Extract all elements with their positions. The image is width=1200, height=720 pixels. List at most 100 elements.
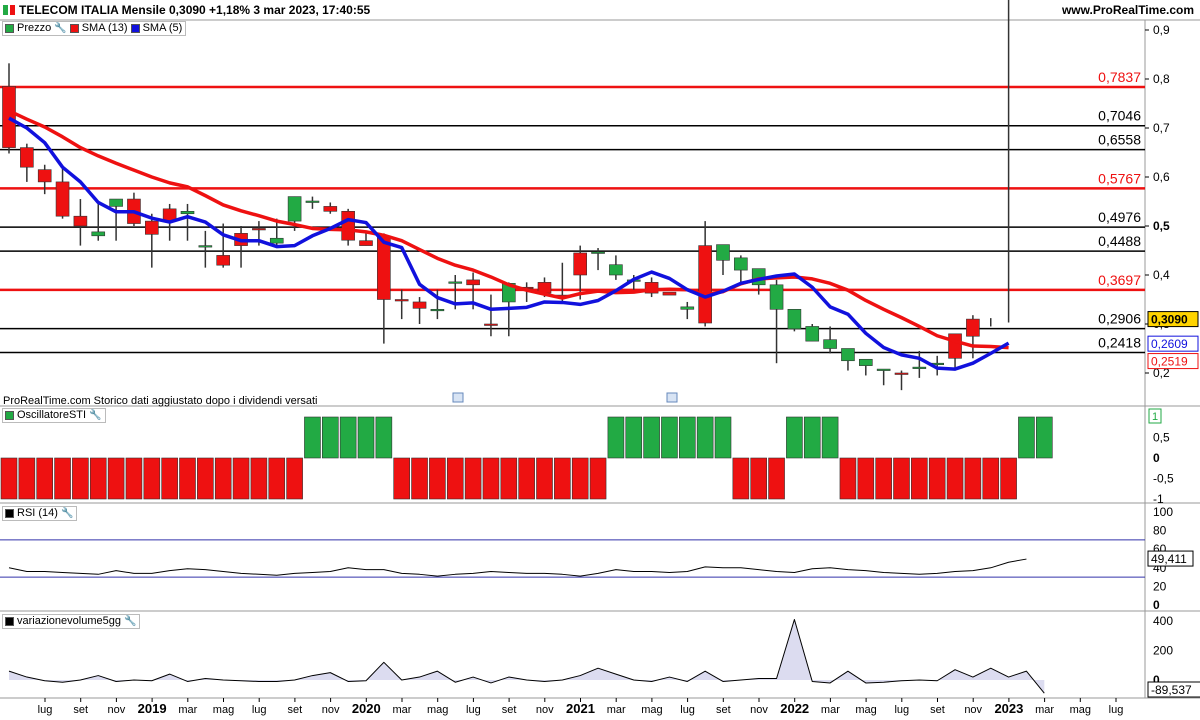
y-tick-label: 0,8: [1153, 72, 1170, 86]
sti-bar: [197, 457, 214, 500]
sti-bar: [750, 457, 768, 500]
x-tick-label: mar: [821, 704, 840, 716]
rsi-tick-label: 0: [1153, 598, 1160, 612]
vol-line: [8, 619, 1045, 694]
sti-bar: [482, 457, 500, 500]
legend-rsi[interactable]: RSI (14) 🔧: [2, 506, 78, 521]
calendar-icon: [452, 392, 464, 403]
x-tick-label: mag: [213, 704, 234, 716]
candle-body: [430, 308, 445, 312]
sti-bar: [375, 416, 393, 459]
legend-price[interactable]: Prezzo 🔧 SMA (13) SMA (5): [2, 21, 187, 36]
level-label: 0,6558: [1098, 132, 1141, 148]
legend-sma5-label: SMA (5): [142, 22, 183, 34]
x-tick-label: set: [716, 704, 731, 716]
sti-bar: [357, 416, 375, 459]
sma5-value-label: 0,2609: [1151, 337, 1188, 351]
x-tick-label: lug: [894, 704, 909, 716]
level-label: 0,4976: [1098, 209, 1141, 225]
sti-bar: [893, 457, 910, 500]
rsi-tick-label: 100: [1153, 505, 1173, 519]
candle-body: [823, 339, 837, 349]
sti-bar: [821, 416, 839, 459]
x-tick-label: mar: [1035, 704, 1054, 716]
x-tick-label: set: [930, 704, 945, 716]
sti-bar: [179, 457, 196, 500]
vol-swatch: [5, 617, 14, 626]
sti-bar: [964, 457, 982, 500]
sti-bar: [268, 457, 286, 500]
candle-body: [20, 147, 34, 168]
candle-body: [180, 211, 195, 215]
x-tick-label: set: [288, 704, 303, 716]
x-tick-label: mar: [393, 704, 412, 716]
sti-tick-label: 0: [1153, 451, 1160, 465]
sti-bar: [1000, 457, 1017, 500]
wrench-icon[interactable]: 🔧: [61, 507, 73, 520]
candle-body: [323, 206, 338, 212]
x-tick-label: lug: [252, 704, 267, 716]
price-swatch: [5, 24, 14, 33]
sti-bar: [554, 457, 571, 500]
sti-bar: [875, 457, 892, 500]
x-tick-label: nov: [108, 704, 126, 716]
site-name[interactable]: www.ProRealTime.com: [1062, 3, 1194, 17]
wrench-icon[interactable]: 🔧: [54, 22, 66, 35]
sti-bar: [607, 416, 625, 459]
sti-bar: [518, 457, 535, 500]
candle-body: [948, 333, 962, 359]
chart-title: TELECOM ITALIA Mensile 0,3090 +1,18% 3 m…: [3, 3, 370, 17]
sti-bar: [143, 457, 161, 500]
sti-bar: [232, 457, 250, 500]
sti-tick-label: -0,5: [1153, 472, 1174, 486]
candle-body: [466, 279, 480, 286]
y-tick-label: 0,7: [1153, 121, 1170, 135]
rsi-swatch: [5, 509, 14, 518]
sti-bar: [768, 457, 785, 500]
chart-canvas: 0,7837 0,7046 0,6558 0,5767 0,4976 0,4488 0,36…: [0, 0, 1200, 716]
candle-body: [269, 237, 284, 244]
sti-bar: [393, 457, 411, 500]
wrench-icon[interactable]: 🔧: [124, 615, 136, 628]
level-label: 0,2906: [1098, 311, 1141, 327]
candle-body: [591, 251, 605, 254]
candle-body: [805, 326, 820, 342]
sti-bar: [339, 416, 357, 459]
x-tick-label: 2022: [780, 701, 809, 716]
sti-tick-label: -1: [1153, 492, 1164, 506]
sti-bar: [571, 457, 589, 500]
sti-bar: [18, 457, 36, 500]
candle-body: [680, 306, 695, 310]
legend-sti[interactable]: OscillatoreSTI 🔧: [2, 408, 106, 423]
rsi-tick-label: 20: [1153, 579, 1167, 593]
sti-tick-label: 0,5: [1153, 431, 1170, 445]
x-tick-label: mag: [641, 704, 662, 716]
candle-body: [91, 231, 106, 237]
sti-bar: [803, 416, 821, 459]
candle-body: [198, 245, 213, 248]
sti-bar: [250, 457, 268, 500]
candle-body: [876, 368, 891, 371]
candle-icon: [3, 5, 15, 15]
candle-body: [412, 301, 427, 309]
sti-bar: [643, 416, 660, 459]
candle-body: [37, 169, 52, 183]
x-tick-label: lug: [38, 704, 53, 716]
candle-body: [858, 358, 873, 366]
y-tick-label: 0,6: [1153, 170, 1170, 184]
candle-body: [966, 318, 980, 337]
legend-rsi-label: RSI (14): [17, 507, 58, 519]
level-label: 0,3697: [1098, 272, 1141, 288]
sti-bar: [911, 457, 928, 500]
x-tick-label: nov: [322, 704, 340, 716]
sti-bar: [411, 457, 428, 500]
candle-body: [145, 220, 159, 235]
sti-bar: [625, 416, 643, 459]
legend-vol[interactable]: variazionevolume5gg 🔧: [2, 614, 141, 629]
wrench-icon[interactable]: 🔧: [89, 409, 101, 422]
title-text: TELECOM ITALIA Mensile 0,3090 +1,18% 3 m…: [19, 3, 371, 17]
x-tick-label: set: [502, 704, 517, 716]
level-label: 0,7837: [1098, 69, 1141, 85]
candle-body: [787, 308, 802, 330]
candle-body: [751, 268, 766, 286]
